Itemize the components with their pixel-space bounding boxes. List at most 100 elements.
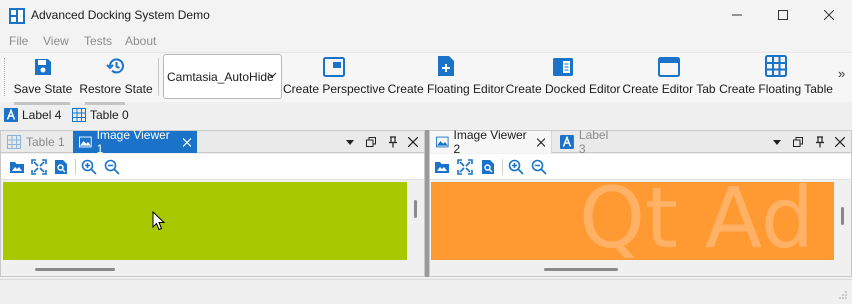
image-viewer-toolbar [430,154,851,180]
right-dock-area: Image Viewer 2 Label 3 Qt Ad [429,128,852,277]
left-tab-bar: Table 1 Image Viewer 1 [1,128,424,156]
autohide-tab-table-0[interactable]: Table 0 [72,108,129,122]
close-area-button[interactable] [833,135,847,149]
autohide-tab-text: Label 4 [22,108,62,122]
dropdown-arrow-icon [773,139,781,145]
tab-label: Label 3 [578,128,609,156]
horizontal-scrollbar[interactable] [35,268,115,271]
image-viewer-toolbar [1,154,424,180]
restore-state-button[interactable]: Restore State [78,55,154,99]
docked-editor-icon [553,58,573,76]
tab-label: Image Viewer 1 [96,128,170,156]
create-floating-editor-button[interactable]: Create Floating Editor [387,55,505,99]
tool-separator [502,159,503,175]
pin-button[interactable] [386,135,400,149]
vertical-scrollbar[interactable] [414,200,417,218]
perspective-combo-value: Camtasia_AutoHide [167,70,274,84]
close-tab-icon[interactable] [182,137,191,147]
autohide-tab-text: Table 0 [90,108,129,122]
left-dock-area: Table 1 Image Viewer 1 [0,128,425,277]
create-floating-table-button[interactable]: Create Floating Table [719,55,833,99]
maximize-button[interactable] [760,0,806,30]
fit-to-window-icon[interactable] [31,159,47,175]
app-logo-icon [9,8,25,24]
create-editor-tab-label: Create Editor Tab [622,82,716,96]
save-icon [35,59,51,75]
create-perspective-label: Create Perspective [282,82,386,96]
tabs-menu-button[interactable] [343,135,357,149]
close-area-button[interactable] [406,135,420,149]
image-icon [79,136,92,148]
fit-to-window-icon[interactable] [457,159,473,175]
zoom-out-icon[interactable] [531,159,547,175]
perspective-combo[interactable]: Camtasia_AutoHide [163,54,282,99]
restore-window-icon [793,137,803,147]
actual-size-icon[interactable] [53,159,69,175]
label-icon [4,108,18,122]
image-canvas[interactable] [3,182,407,260]
menu-file[interactable]: File [9,34,28,48]
open-image-icon[interactable] [9,159,25,175]
minimize-icon [732,14,742,16]
create-editor-tab-button[interactable]: Create Editor Tab [622,55,716,99]
create-docked-editor-button[interactable]: Create Docked Editor [505,55,621,99]
create-docked-editor-label: Create Docked Editor [505,82,621,96]
autohide-indicator [85,102,125,105]
tabs-menu-button[interactable] [770,135,784,149]
tab-image-viewer-1[interactable]: Image Viewer 1 [73,128,197,156]
menu-view[interactable]: View [43,34,69,48]
pin-button[interactable] [813,135,827,149]
restore-icon [106,58,124,74]
close-tab-icon[interactable] [536,137,545,147]
zoom-in-icon[interactable] [508,159,524,175]
toolbar-separator [158,58,159,96]
toolbar-overflow-button[interactable]: » [838,66,845,81]
image-icon [436,136,449,148]
window-title: Advanced Docking System Demo [31,8,210,22]
tab-image-viewer-2[interactable]: Image Viewer 2 [430,128,552,156]
menu-tests[interactable]: Tests [84,34,112,48]
create-floating-editor-label: Create Floating Editor [387,82,505,96]
minimize-button[interactable] [714,0,760,30]
undock-button[interactable] [364,135,378,149]
table-icon [7,135,21,149]
tab-label-3[interactable]: Label 3 [554,128,624,156]
restore-window-icon [366,137,376,147]
actual-size-icon[interactable] [480,159,496,175]
maximize-icon [778,10,788,20]
table-icon [765,55,787,77]
toolbar-grip[interactable] [4,58,6,96]
open-image-icon[interactable] [434,159,450,175]
table-icon [72,108,86,122]
resize-grip-icon[interactable] [838,290,848,300]
create-perspective-button[interactable]: Create Perspective [282,55,386,99]
image-canvas[interactable]: Qt Ad [431,182,834,260]
create-floating-table-label: Create Floating Table [719,82,833,96]
vertical-scrollbar[interactable] [841,207,844,225]
close-icon [824,10,834,20]
label-icon [560,135,574,149]
mouse-cursor-icon [152,211,166,231]
close-button[interactable] [806,0,852,30]
autohide-tab-label-4[interactable]: Label 4 [4,108,61,122]
chevron-down-icon [267,72,277,78]
status-bar [0,279,852,304]
save-state-label: Save State [13,82,73,96]
perspective-icon [323,57,345,77]
close-icon [408,137,418,147]
tab-table-1[interactable]: Table 1 [1,131,73,153]
horizontal-scrollbar[interactable] [544,268,618,271]
save-state-button[interactable]: Save State [12,55,74,99]
tool-separator [75,159,76,175]
pin-icon [389,136,397,148]
image-watermark-text: Qt Ad [579,182,815,260]
close-icon [835,137,845,147]
undock-button[interactable] [791,135,805,149]
right-tab-bar: Image Viewer 2 Label 3 [430,128,851,156]
tab-label: Image Viewer 2 [453,128,527,156]
pin-icon [816,136,824,148]
zoom-out-icon[interactable] [104,159,120,175]
menu-about[interactable]: About [125,34,156,48]
zoom-in-icon[interactable] [81,159,97,175]
dropdown-arrow-icon [346,139,354,145]
